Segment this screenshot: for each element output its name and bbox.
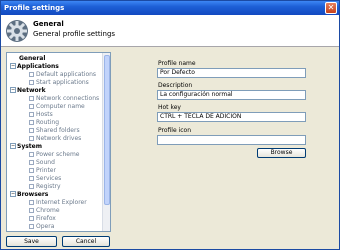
gear-icon — [6, 20, 28, 42]
tree-item[interactable]: Services — [29, 175, 61, 182]
page-icon — [29, 128, 34, 133]
tree-scrollbar[interactable] — [102, 53, 110, 231]
close-button[interactable]: ✕ — [325, 2, 337, 14]
page-icon — [29, 136, 34, 141]
save-button[interactable]: Save — [6, 236, 57, 247]
tree-item[interactable]: Shared folders — [29, 127, 80, 134]
tree-item[interactable]: Power scheme — [29, 151, 80, 158]
header-subtitle: General profile settings — [33, 30, 116, 38]
tree-item[interactable]: Default applications — [29, 71, 96, 78]
tree-item-label: Applications — [17, 63, 59, 70]
tree-item-label: Chrome — [36, 207, 60, 214]
page-icon — [29, 120, 34, 125]
tree-item-label: System — [17, 143, 42, 150]
tree-item-label: Firefox — [36, 215, 56, 222]
page-icon — [29, 216, 34, 221]
cancel-button[interactable]: Cancel — [62, 236, 110, 247]
tree-category[interactable]: − System — [10, 143, 42, 150]
tree-item-label: Network drives — [36, 135, 82, 142]
tree-item[interactable]: Chrome — [29, 207, 60, 214]
tree-item[interactable]: Hosts — [29, 111, 53, 118]
tree-item[interactable]: Opera — [29, 223, 54, 230]
tree-item[interactable]: Network drives — [29, 135, 81, 142]
page-icon — [29, 160, 34, 165]
profile-settings-window: Profile settings ✕ General General profi… — [0, 0, 340, 250]
collapse-icon[interactable]: − — [10, 87, 16, 93]
page-icon — [29, 168, 34, 173]
page-icon — [29, 112, 34, 117]
profile-name-label: Profile name — [158, 60, 196, 67]
tree-item[interactable]: Network connections — [29, 95, 99, 102]
profile-name-input[interactable]: Por Defecto — [157, 68, 306, 78]
tree-item[interactable]: Sound — [29, 159, 55, 166]
description-input[interactable]: La configuración normal — [157, 90, 306, 100]
tree-item-label: Internet Explorer — [36, 199, 87, 206]
tree-item-label: Start applications — [36, 79, 89, 86]
hotkey-input[interactable]: CTRL + TECLA DE ADICION — [157, 112, 306, 122]
tree-item-label: Hosts — [36, 111, 53, 118]
tree-scroll-thumb[interactable] — [104, 55, 110, 205]
profile-icon-input[interactable] — [157, 135, 306, 145]
close-icon: ✕ — [327, 3, 335, 12]
tree-item-label: Printer — [36, 167, 56, 174]
page-icon — [29, 104, 34, 109]
title-bar[interactable]: Profile settings ✕ — [1, 1, 339, 15]
tree-category[interactable]: − Browsers — [10, 191, 48, 198]
page-icon — [29, 224, 34, 229]
tree-item[interactable]: Computer name — [29, 103, 85, 110]
tree-item[interactable]: Printer — [29, 167, 56, 174]
tree-item-label: Network connections — [36, 95, 100, 102]
tree-category[interactable]: − Applications — [10, 63, 59, 70]
hotkey-label: Hot key — [158, 104, 181, 111]
page-icon — [29, 184, 34, 189]
settings-tree[interactable]: General − Applications Default applications… — [6, 52, 111, 232]
tree-item[interactable]: Start applications — [29, 79, 89, 86]
tree-item-label: Opera — [36, 223, 55, 230]
page-icon — [29, 176, 34, 181]
window-title: Profile settings — [4, 4, 65, 12]
profile-icon-label: Profile icon — [158, 127, 192, 134]
page-icon — [29, 72, 34, 77]
collapse-icon[interactable]: − — [10, 191, 16, 197]
page-icon — [29, 80, 34, 85]
collapse-icon[interactable]: − — [10, 63, 16, 69]
tree-item-label: Routing — [36, 119, 60, 126]
tree-item[interactable]: Firefox — [29, 215, 56, 222]
page-icon — [29, 96, 34, 101]
tree-item-label: Default applications — [36, 71, 97, 78]
tree-item-label: Registry — [36, 183, 61, 190]
header-title: General — [33, 20, 64, 28]
page-icon — [29, 208, 34, 213]
tree-item-label: Sound — [36, 159, 55, 166]
tree-item-label: Computer name — [36, 103, 85, 110]
tree-category[interactable]: − Network — [10, 87, 46, 94]
description-label: Description — [158, 82, 193, 89]
page-icon — [29, 152, 34, 157]
tree-item-label: Browsers — [17, 191, 49, 198]
tree-item[interactable]: Registry — [29, 183, 61, 190]
tree-category[interactable]: General — [19, 55, 45, 62]
tree-item-label: Services — [36, 175, 62, 182]
tree-item-label: General — [19, 55, 46, 62]
browse-button[interactable]: Browse — [257, 148, 306, 158]
tree-item[interactable]: Routing — [29, 119, 59, 126]
page-icon — [29, 200, 34, 205]
header-panel: General General profile settings — [1, 15, 339, 47]
tree-item-label: Network — [17, 87, 46, 94]
tree-item[interactable]: Internet Explorer — [29, 199, 87, 206]
tree-item-label: Shared folders — [36, 127, 80, 134]
collapse-icon[interactable]: − — [10, 143, 16, 149]
tree-item-label: Power scheme — [36, 151, 80, 158]
